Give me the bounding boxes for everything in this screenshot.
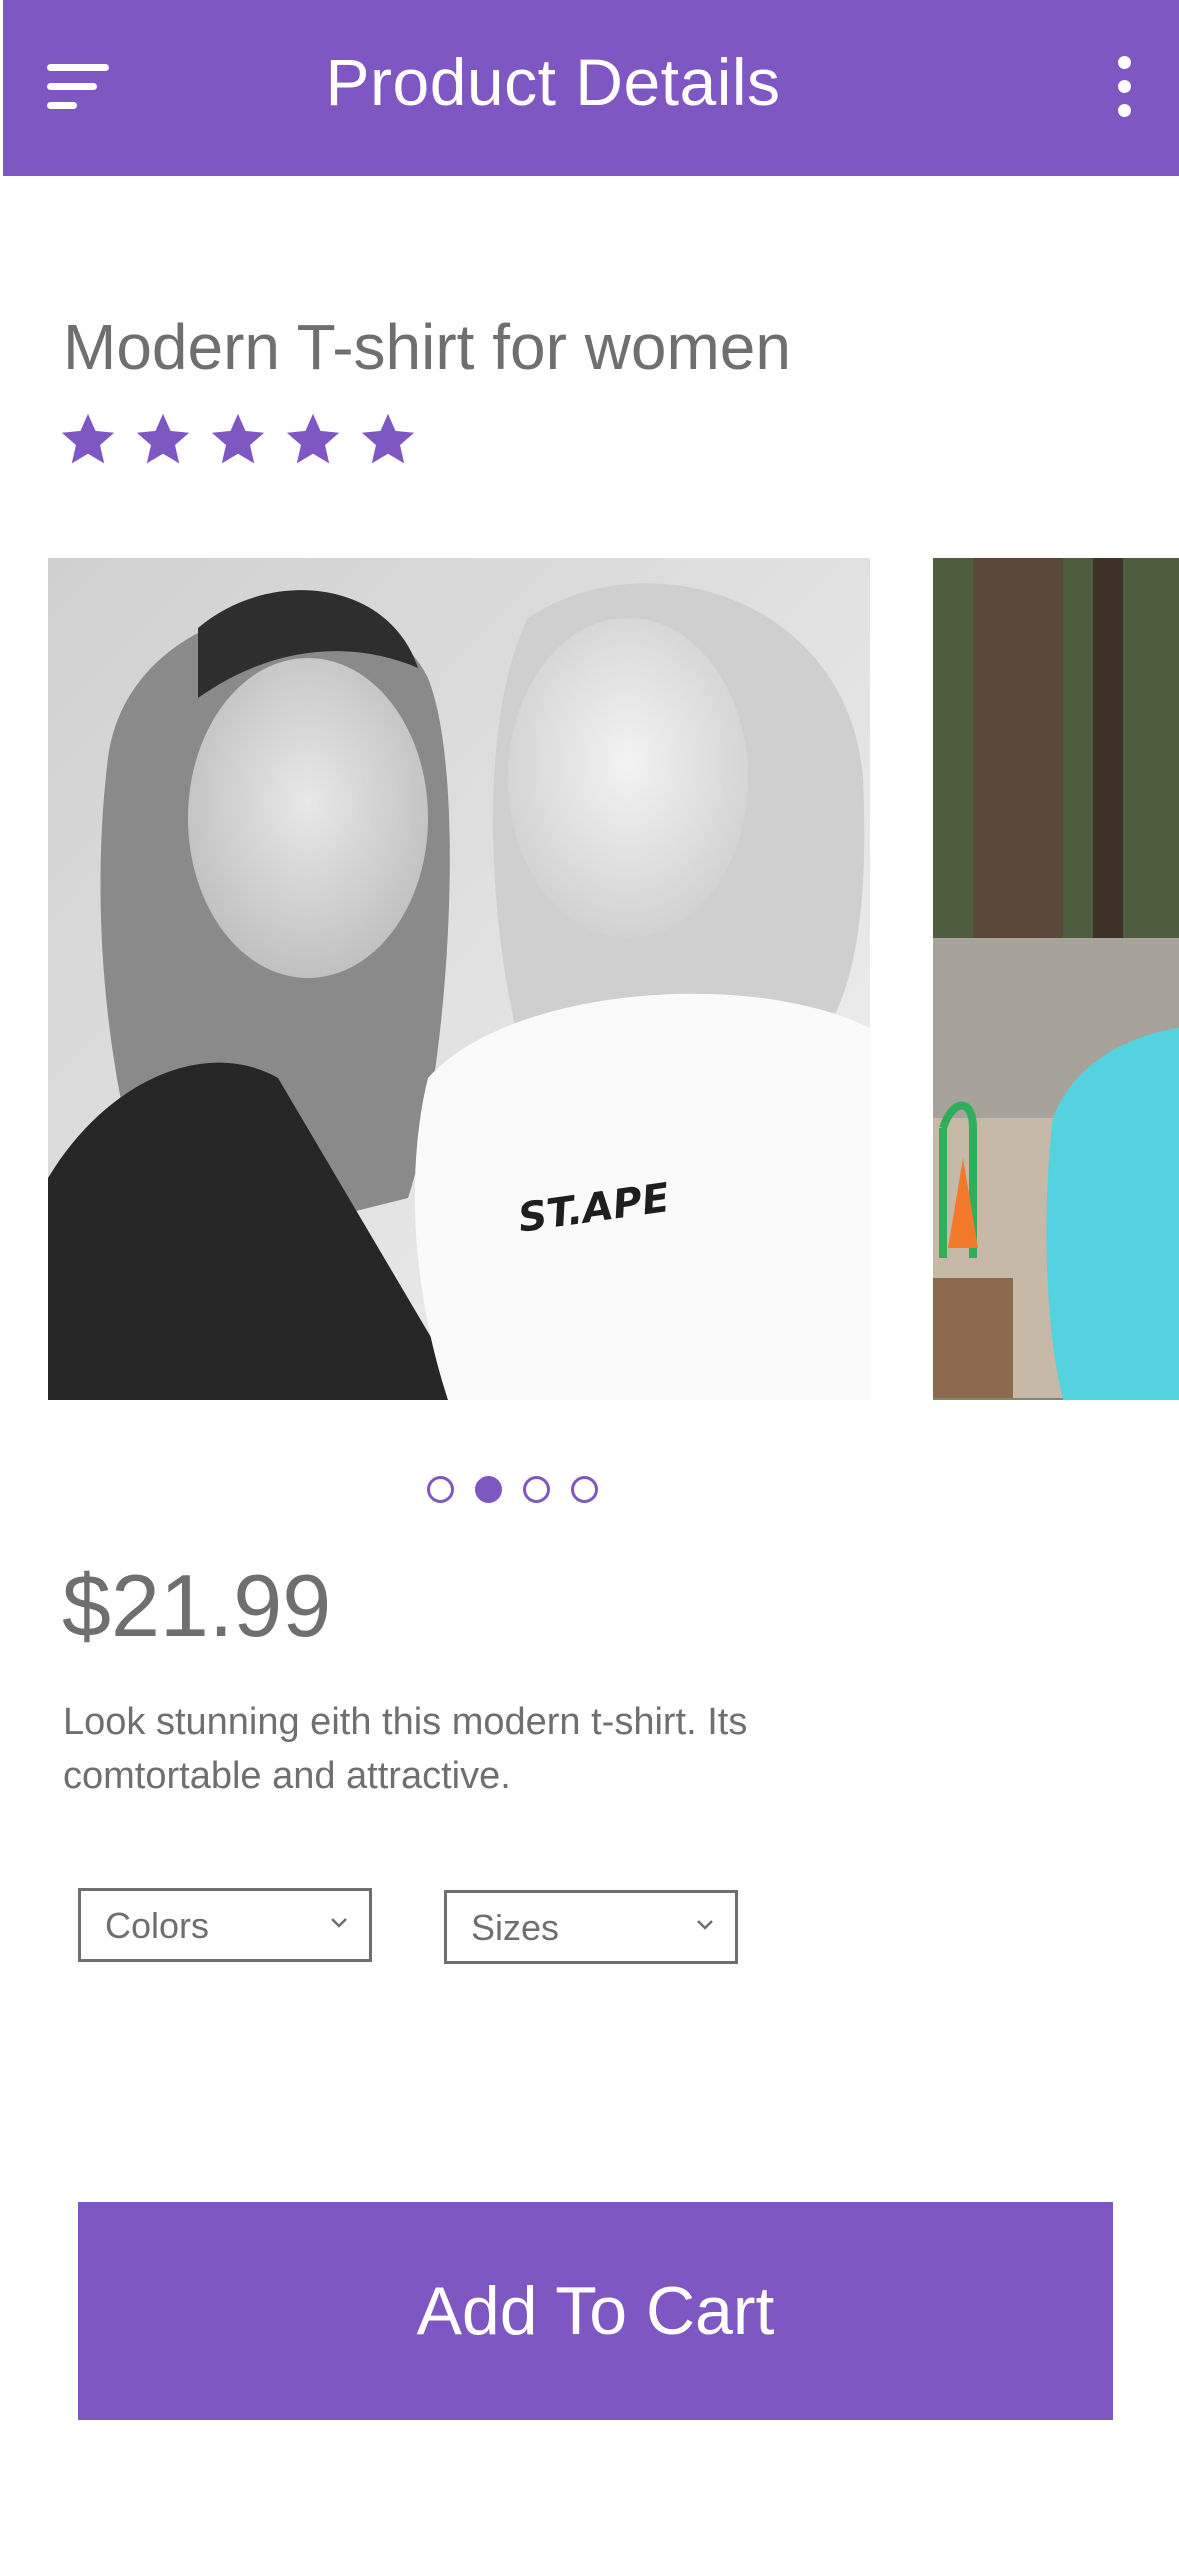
colors-select[interactable]: Colors	[78, 1888, 372, 1962]
product-details-screen: Product Details Modern T-shirt for women	[0, 0, 1179, 2556]
product-title: Modern T-shirt for women	[63, 311, 791, 383]
add-to-cart-label: Add To Cart	[416, 2273, 775, 2349]
product-image-next[interactable]	[933, 558, 1179, 1400]
chevron-down-icon	[327, 1911, 351, 1935]
more-vertical-icon[interactable]	[1103, 52, 1147, 122]
colors-select-label: Colors	[105, 1905, 210, 1946]
product-price: $21.99	[62, 1556, 332, 1655]
carousel-dot[interactable]	[523, 1476, 550, 1503]
product-image-carousel[interactable]: ST.APE	[48, 558, 1179, 1400]
add-to-cart-button[interactable]: Add To Cart	[78, 2202, 1113, 2420]
app-header: Product Details	[3, 0, 1179, 176]
product-photo-image: ST.APE	[48, 558, 870, 1400]
sizes-select[interactable]: Sizes	[444, 1890, 738, 1964]
carousel-dot[interactable]	[427, 1476, 454, 1503]
product-photo-image	[933, 558, 1179, 1400]
product-description: Look stunning eith this modern t-shirt. …	[63, 1701, 748, 1797]
product-image-current[interactable]: ST.APE	[48, 558, 870, 1400]
star-icon	[135, 412, 191, 468]
star-icon	[285, 412, 341, 468]
star-icon	[360, 412, 416, 468]
kebab-dot	[1118, 56, 1131, 69]
star-icon	[60, 412, 116, 468]
kebab-dot	[1118, 104, 1131, 117]
carousel-dot[interactable]	[475, 1476, 502, 1503]
kebab-dot	[1118, 80, 1131, 93]
sizes-select-label: Sizes	[471, 1907, 560, 1948]
chevron-down-icon	[693, 1913, 717, 1937]
carousel-dot[interactable]	[571, 1476, 598, 1503]
star-icon	[210, 412, 266, 468]
page-title: Product Details	[325, 45, 781, 119]
